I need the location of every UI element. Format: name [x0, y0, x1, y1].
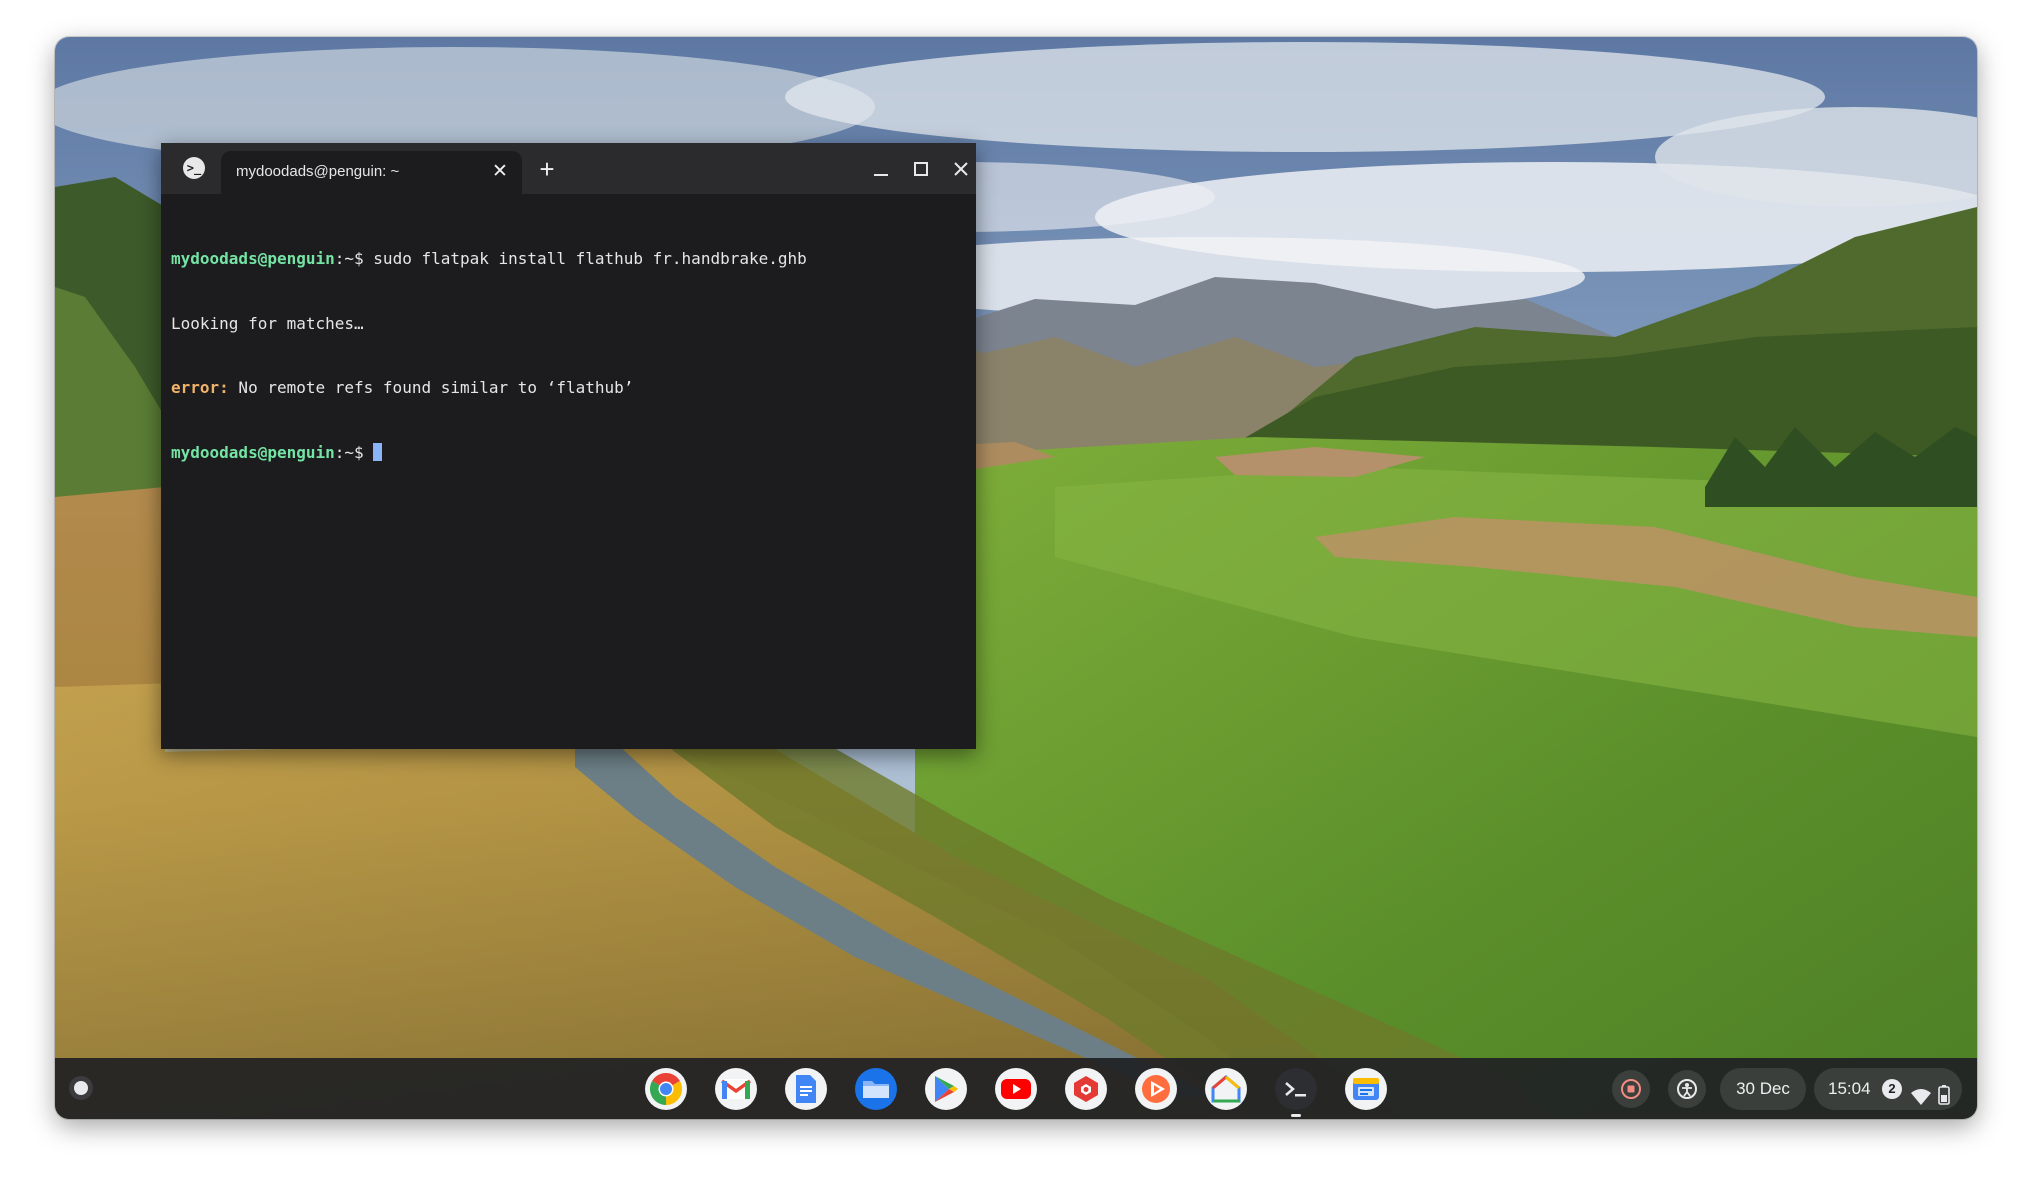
- red-hexagon-icon[interactable]: [1065, 1068, 1107, 1110]
- terminal-line: mydoodads@penguin:~$: [171, 442, 966, 464]
- prompt-path: :~$: [334, 249, 374, 268]
- date-display[interactable]: 30 Dec: [1720, 1068, 1806, 1110]
- files-icon[interactable]: [855, 1068, 897, 1110]
- terminal-line: error: No remote refs found similar to ‘…: [171, 377, 966, 399]
- desktop-screen: >_ mydoodads@penguin: ~ ✕ + mydoodads@pe…: [55, 37, 1977, 1119]
- status-area[interactable]: 15:04 2: [1814, 1068, 1962, 1110]
- terminal-window[interactable]: >_ mydoodads@penguin: ~ ✕ + mydoodads@pe…: [161, 143, 976, 749]
- close-icon[interactable]: [946, 155, 976, 183]
- time-display: 15:04: [1828, 1079, 1871, 1098]
- maximize-icon[interactable]: [906, 155, 936, 183]
- play-store-icon[interactable]: [925, 1068, 967, 1110]
- tab-close-icon[interactable]: ✕: [488, 160, 512, 184]
- shelf: 30 Dec 15:04 2: [55, 1058, 1977, 1119]
- accessibility-icon[interactable]: [1668, 1070, 1706, 1108]
- prompt-user-host: mydoodads@penguin: [171, 249, 335, 268]
- calendar-card-icon[interactable]: [1345, 1068, 1387, 1110]
- chrome-icon[interactable]: [645, 1068, 687, 1110]
- terminal-tab-title: mydoodads@penguin: ~: [236, 163, 400, 180]
- screen-record-icon[interactable]: [1612, 1070, 1650, 1108]
- text-cursor: [373, 442, 383, 461]
- google-home-icon[interactable]: [1205, 1068, 1247, 1110]
- notification-count-badge: 2: [1882, 1079, 1902, 1099]
- command-text: sudo flatpak install flathub fr.handbrak…: [373, 249, 807, 268]
- gmail-icon[interactable]: [715, 1068, 757, 1110]
- error-label: error:: [171, 378, 229, 397]
- new-tab-button[interactable]: +: [533, 155, 561, 183]
- battery-icon: [1938, 1079, 1950, 1119]
- terminal-output[interactable]: mydoodads@penguin:~$ sudo flatpak instal…: [171, 205, 966, 739]
- error-text: No remote refs found similar to ‘flathub…: [228, 378, 634, 397]
- terminal-app-icon: >_: [183, 157, 205, 179]
- terminal-tab[interactable]: mydoodads@penguin: ~ ✕: [221, 151, 522, 194]
- output-text: Looking for matches…: [171, 313, 364, 333]
- terminal-running-indicator: [1291, 1114, 1301, 1117]
- youtube-icon[interactable]: [995, 1068, 1037, 1110]
- terminal-line: mydoodads@penguin:~$ sudo flatpak instal…: [171, 248, 966, 270]
- terminal-titlebar[interactable]: >_ mydoodads@penguin: ~ ✕ +: [161, 143, 976, 194]
- launcher-button[interactable]: [69, 1076, 93, 1100]
- terminal-line: Looking for matches…: [171, 313, 966, 335]
- wifi-icon: [1910, 1080, 1932, 1119]
- terminal-icon[interactable]: [1275, 1068, 1317, 1110]
- orange-play-icon[interactable]: [1135, 1068, 1177, 1110]
- prompt-user-host: mydoodads@penguin: [171, 442, 335, 462]
- docs-icon[interactable]: [785, 1068, 827, 1110]
- minimize-icon[interactable]: [866, 155, 896, 183]
- prompt-path: :~$: [334, 442, 374, 462]
